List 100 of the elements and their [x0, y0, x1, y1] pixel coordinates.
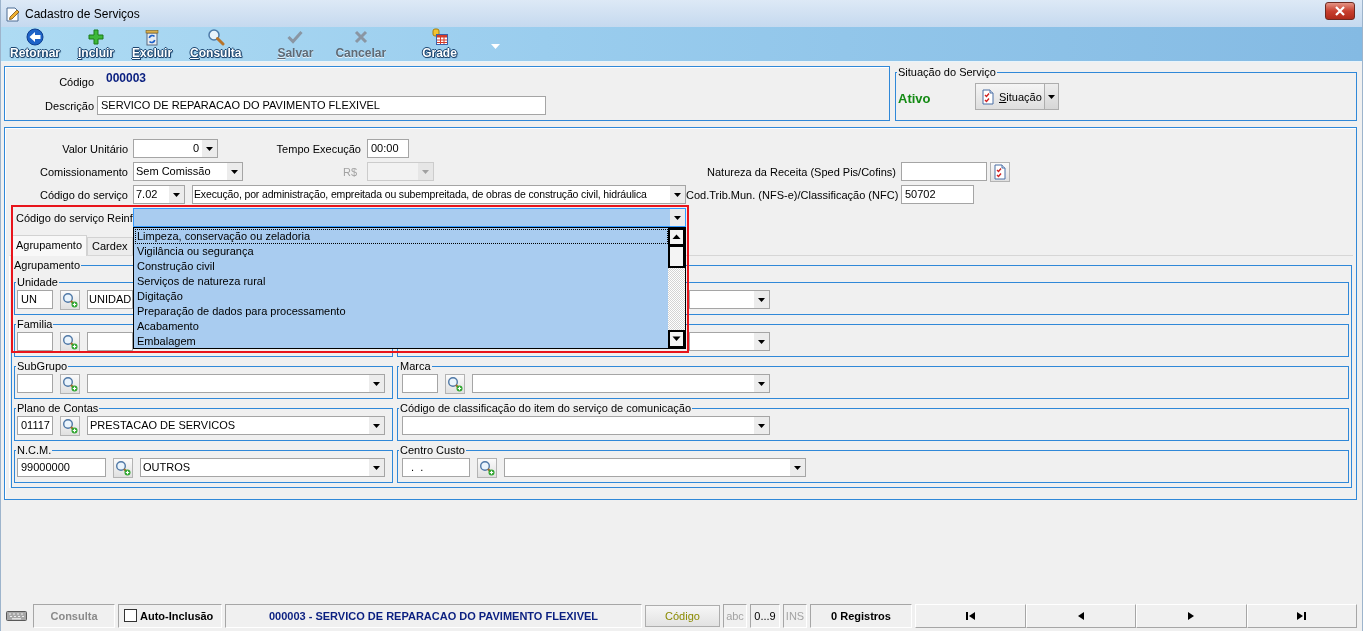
code-field[interactable]: . .: [402, 458, 470, 477]
dropdown-option[interactable]: Limpeza, conservação ou zeladoria: [135, 229, 668, 244]
key-indicator: INS: [783, 603, 807, 628]
caret-icon[interactable]: [490, 44, 500, 49]
record-code: 000003: [106, 70, 147, 87]
next-record-button[interactable]: [1136, 603, 1247, 628]
description-field[interactable]: SERVICO DE REPARACAO DO PAVIMENTO FLEXIVEL: [97, 96, 546, 115]
dropdown-option[interactable]: Serviços de natureza rural: [135, 274, 668, 289]
description-dropdown[interactable]: [472, 374, 770, 393]
caret-icon: [754, 375, 769, 392]
caret-icon: [369, 417, 384, 434]
code-field[interactable]: [402, 374, 438, 393]
record-count: 0 Registros: [810, 603, 912, 628]
document-pencil-icon: [5, 5, 21, 22]
table-icon: [430, 28, 449, 46]
lookup-button[interactable]: [113, 457, 133, 478]
description-dropdown[interactable]: [87, 374, 385, 393]
group-title: Unidade: [16, 276, 59, 289]
lookup-button[interactable]: [477, 457, 497, 478]
value-dropdown[interactable]: 0: [133, 139, 218, 158]
dropdown-field[interactable]: [402, 416, 770, 435]
group-title: Marca: [399, 360, 432, 373]
group-title: Situação do Serviço: [897, 66, 997, 79]
dropdown-option[interactable]: Vigilância ou segurança: [135, 244, 668, 259]
code-field[interactable]: [17, 374, 53, 393]
dropdown-option[interactable]: Digitação: [135, 289, 668, 304]
dropdown-field[interactable]: [689, 332, 770, 351]
lookup-button[interactable]: [60, 373, 80, 394]
field-label: Descrição: [44, 99, 94, 112]
field-label: Código: [58, 75, 94, 90]
tab[interactable]: Agrupamento: [11, 235, 88, 256]
group-title: N.C.M.: [16, 444, 53, 457]
check-icon: [286, 28, 305, 46]
search-icon: [447, 375, 463, 392]
description-dropdown[interactable]: [504, 458, 806, 477]
dropdown-option[interactable]: Preparação de dados para processamento: [135, 304, 668, 319]
tab[interactable]: Cardex: [87, 237, 133, 255]
lookup-button[interactable]: [60, 415, 80, 436]
previous-record-button[interactable]: [1025, 603, 1136, 628]
search-icon: [62, 291, 78, 308]
checkbox-label[interactable]: Auto-Inclusão: [140, 609, 214, 622]
lookup-button[interactable]: [445, 373, 465, 394]
first-record-button[interactable]: [915, 603, 1026, 628]
description-dropdown[interactable]: UNIDAD: [87, 290, 133, 309]
commission-dropdown[interactable]: Sem Comissão: [133, 162, 243, 181]
mode-indicator: Consulta: [33, 603, 115, 628]
caret-icon: [369, 375, 384, 392]
field-label: Comissionamento: [38, 165, 129, 178]
skip-end-icon: [1297, 611, 1307, 620]
checkbox[interactable]: [124, 609, 137, 622]
search-icon: [115, 459, 131, 476]
group-title: Agrupamento: [13, 259, 82, 272]
status-button[interactable]: Situação: [975, 83, 1045, 110]
group-title: Familia: [16, 318, 54, 331]
caret-icon: [754, 291, 769, 308]
checklist-icon: [980, 88, 996, 105]
municipal-code-field[interactable]: 50702: [901, 185, 974, 204]
code-field[interactable]: 99000000: [17, 458, 106, 477]
search-icon: [62, 375, 78, 392]
checklist-icon: [992, 163, 1008, 180]
description-dropdown[interactable]: PRESTACAO DE SERVICOS: [87, 416, 385, 435]
triangle-left-icon: [1076, 611, 1086, 620]
dropdown-field[interactable]: [689, 290, 770, 309]
field-label: Código do serviço: [38, 188, 129, 201]
dropdown-option[interactable]: Embalagem: [135, 334, 668, 349]
group-title: Plano de Contas: [16, 402, 100, 415]
caret-icon: [754, 417, 769, 434]
skip-start-icon: [965, 611, 975, 620]
record-summary: 000003 - SERVICO DE REPARACAO DO PAVIMENTO FLEXIVEL: [225, 603, 642, 628]
code-field[interactable]: UN: [17, 290, 53, 309]
plus-icon: [87, 28, 105, 46]
caret-icon: [202, 140, 217, 157]
caret-icon: [227, 163, 242, 180]
lookup-button[interactable]: [60, 289, 80, 310]
service-description-dropdown[interactable]: Execução, por administração, empreitada ou subempreitada, de obras de construção civil, hidráulica: [192, 185, 686, 204]
caret-icon: [754, 333, 769, 350]
dropdown-option[interactable]: Construção civil: [135, 259, 668, 274]
scrollbar[interactable]: [668, 228, 685, 348]
code-field[interactable]: [17, 332, 53, 351]
time-field[interactable]: 00:00: [367, 139, 409, 158]
caret-icon: [169, 186, 184, 203]
back-icon: [26, 28, 44, 46]
description-dropdown[interactable]: OUTROS: [140, 458, 385, 477]
revenue-nature-field[interactable]: [901, 162, 987, 181]
caret-icon: [670, 186, 685, 203]
last-record-button[interactable]: [1246, 603, 1357, 628]
lookup-button[interactable]: [60, 331, 80, 352]
caret-icon: [1047, 94, 1055, 99]
description-dropdown[interactable]: [87, 332, 133, 351]
keyboard-icon: [6, 610, 27, 621]
key-indicator: abc: [723, 603, 747, 628]
lookup-button[interactable]: [990, 161, 1010, 182]
close-button[interactable]: [1325, 2, 1355, 20]
field-label: R$: [341, 165, 358, 178]
status-value: Ativo: [898, 90, 932, 106]
group-title: Código de classificação do item do serviço de comunicação: [399, 402, 693, 415]
service-code-dropdown[interactable]: 7.02: [133, 185, 185, 204]
group-title: SubGrupo: [16, 360, 69, 373]
dropdown-option[interactable]: Acabamento: [135, 319, 668, 334]
code-field[interactable]: 01117: [17, 416, 53, 435]
